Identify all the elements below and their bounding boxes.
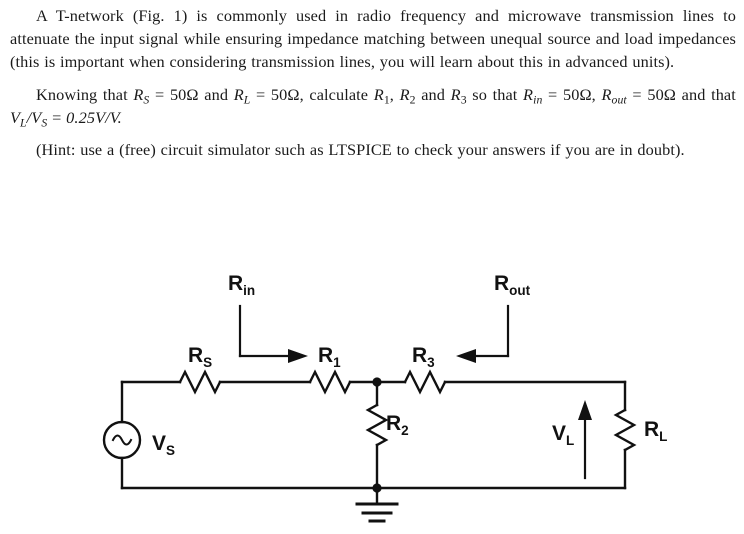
symbol-vs: V: [31, 107, 42, 127]
value-rin: 50Ω,: [562, 84, 596, 104]
label-rs: RS: [188, 344, 212, 370]
label-rl: RL: [644, 418, 667, 444]
symbol-vl: V: [10, 107, 21, 127]
symbol-r2: R: [399, 84, 410, 104]
equals-sign-1: =: [155, 84, 165, 104]
symbol-r3: R: [450, 84, 461, 104]
symbol-rin: R: [523, 84, 534, 104]
equals-sign-3: =: [548, 84, 558, 104]
equals-sign-5: =: [52, 107, 62, 127]
and-that-phrase: and that: [681, 84, 736, 104]
label-rin: Rin: [228, 272, 255, 298]
label-vl: VL: [552, 422, 574, 448]
resistor-rl-body: [613, 408, 637, 452]
circuit-svg: Rin Rout RS R1 R3 R2 RL VS VL: [102, 272, 667, 523]
conjunction-and-1: and: [204, 84, 229, 104]
statement-lead: Knowing that: [36, 84, 128, 104]
symbol-rl-subscript: L: [243, 92, 251, 106]
conjunction-and-2: and: [421, 84, 446, 104]
paragraph-intro: A T-network (Fig. 1) is commonly used in…: [10, 6, 736, 72]
rout-arrowhead: [456, 349, 476, 363]
equals-sign-4: =: [632, 84, 642, 104]
symbol-rout-subscript: out: [611, 92, 627, 106]
paragraph-hint: (Hint: use a (free) circuit simulator su…: [36, 140, 685, 160]
symbol-rl: R: [233, 84, 244, 104]
problem-text-block: A T-network (Fig. 1) is commonly used in…: [0, 0, 744, 170]
resistor-r2-body: [365, 403, 389, 447]
symbol-r1: R: [373, 84, 384, 104]
value-rs: 50Ω: [169, 84, 199, 104]
calculate-word: , calculate: [299, 84, 369, 104]
symbol-r2-subscript: 2: [409, 92, 416, 106]
symbol-vs-subscript: S: [41, 116, 48, 130]
rin-arrowhead: [288, 349, 308, 363]
label-rout: Rout: [494, 272, 531, 298]
resistor-rs-body: [178, 369, 222, 395]
symbol-rs: R: [133, 84, 144, 104]
value-rout: 50Ω: [647, 84, 677, 104]
label-r3: R3: [412, 344, 435, 370]
label-vs: VS: [152, 432, 175, 458]
vl-arrowhead: [578, 400, 592, 420]
symbol-vl-subscript: L: [20, 116, 27, 130]
symbol-rs-subscript: S: [143, 92, 150, 106]
so-that-phrase-1: so that: [472, 84, 518, 104]
resistor-r1-body: [308, 369, 352, 395]
value-rl: 50Ω: [270, 84, 300, 104]
value-gain: 0.25V/V.: [66, 107, 122, 127]
paragraph-problem-statement: Knowing that RS = 50Ω and RL = 50Ω, calc…: [10, 83, 736, 129]
node-dot-bottom-center: [372, 483, 382, 493]
label-r2: R2: [386, 412, 409, 438]
resistor-r3-body: [403, 369, 447, 395]
circuit-diagram: Rin Rout RS R1 R3 R2 RL VS VL: [0, 228, 744, 534]
comma-1: ,: [389, 84, 394, 104]
label-r1: R1: [318, 344, 341, 370]
symbol-rout: R: [601, 84, 612, 104]
ac-sine-icon: [111, 434, 133, 446]
symbol-rin-subscript: in: [533, 92, 543, 106]
symbol-r3-subscript: 3: [460, 92, 467, 106]
node-dot-top-center: [372, 377, 382, 387]
equals-sign-2: =: [255, 84, 266, 104]
